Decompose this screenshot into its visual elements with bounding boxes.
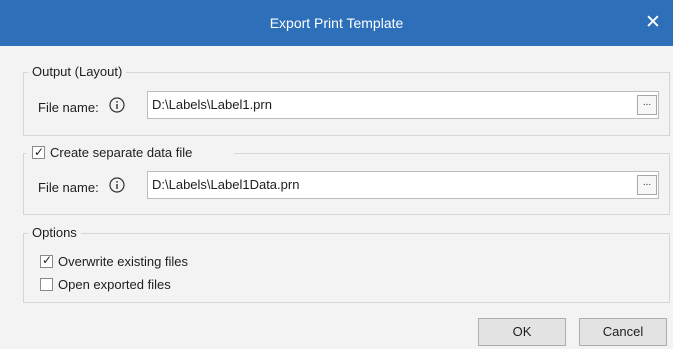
- output-file-name-label: File name:: [38, 100, 99, 115]
- output-browse-button[interactable]: ...: [637, 95, 657, 115]
- ok-button[interactable]: OK: [478, 318, 566, 346]
- open-exported-files-label: Open exported files: [58, 277, 171, 292]
- dialog-title: Export Print Template: [269, 15, 404, 31]
- create-separate-data-file-label: Create separate data file: [50, 145, 193, 160]
- create-separate-data-file-checkbox[interactable]: ✓: [32, 145, 45, 159]
- overwrite-existing-files-checkbox[interactable]: ✓: [40, 253, 53, 268]
- output-layout-legend: Output (Layout): [28, 64, 127, 80]
- check-icon: ✓: [42, 253, 53, 267]
- check-icon: ✓: [34, 145, 45, 159]
- output-layout-group: Output (Layout) File name: D:\Labels\Lab…: [23, 64, 670, 136]
- data-file-legend: ✓ Create separate data file: [26, 145, 234, 161]
- info-icon: [109, 97, 125, 113]
- overwrite-existing-files-label: Overwrite existing files: [58, 254, 189, 269]
- data-file-name-label: File name:: [38, 180, 99, 195]
- options-legend: Options: [28, 225, 81, 241]
- data-file-group: ✓ Create separate data file File name: D…: [23, 145, 670, 215]
- export-print-template-dialog: Export Print Template ✕ Output (Layout) …: [0, 0, 673, 349]
- data-file-name-input[interactable]: D:\Labels\Label1Data.prn: [147, 171, 659, 199]
- cancel-button[interactable]: Cancel: [579, 318, 667, 346]
- open-exported-files-checkbox[interactable]: [40, 278, 53, 291]
- output-file-name-input[interactable]: D:\Labels\Label1.prn: [147, 91, 659, 119]
- options-group: Options ✓ Overwrite existing files Open …: [23, 225, 670, 303]
- title-bar: Export Print Template ✕: [0, 0, 673, 46]
- data-browse-button[interactable]: ...: [637, 175, 657, 195]
- close-icon[interactable]: ✕: [643, 13, 663, 33]
- info-icon: [109, 177, 125, 193]
